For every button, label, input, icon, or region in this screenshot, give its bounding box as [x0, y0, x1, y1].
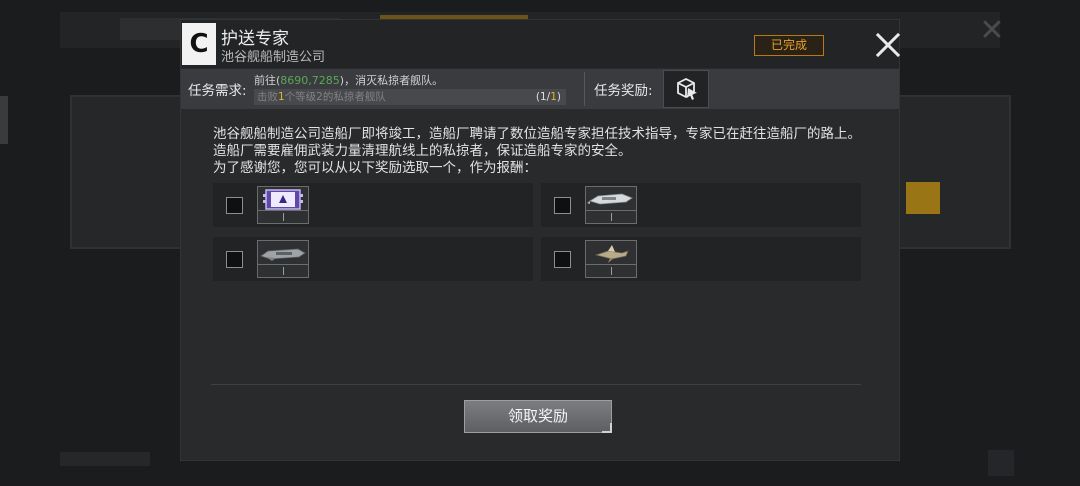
- company-logo: C: [182, 23, 216, 65]
- claim-reward-button[interactable]: 领取奖励: [464, 400, 612, 433]
- status-badge: 已完成: [754, 35, 824, 56]
- divider: [211, 384, 861, 385]
- progress-close: ): [556, 91, 561, 103]
- background-footer-icon: [988, 450, 1014, 476]
- white-frigate-icon: [585, 186, 637, 224]
- background-edge-tab: [0, 96, 8, 144]
- thumb-caption: [258, 264, 308, 277]
- background-footer-text: [60, 452, 150, 466]
- thumb-caption: [258, 210, 308, 223]
- objective-row: 击败1个等级2的私掠者舰队 (1/1): [254, 89, 566, 105]
- progress-open: (1/: [535, 91, 551, 103]
- mission-dialog: C 护送专家 池谷舰船制造公司 已完成 任务需求: 前往(8690,7285)，…: [181, 20, 901, 460]
- tan-fighter-icon: [585, 240, 637, 278]
- reward-box-cursor-icon[interactable]: [663, 70, 709, 108]
- reward-option-4[interactable]: [541, 237, 861, 281]
- requirement-bar: 任务需求: 前往(8690,7285)，消灭私掠者舰队。 击败1个等级2的私掠者…: [181, 69, 899, 109]
- objective-prefix: 击败: [257, 91, 278, 103]
- thumb-caption: [586, 264, 636, 277]
- reward-checkbox[interactable]: [554, 251, 571, 268]
- reward-option-1[interactable]: [213, 183, 533, 227]
- blueprint-chip-icon: [257, 186, 309, 224]
- background-panel-right: [895, 95, 1011, 249]
- reward-option-2[interactable]: [541, 183, 861, 227]
- dialog-header: C 护送专家 池谷舰船制造公司 已完成: [181, 20, 901, 68]
- company-name: 池谷舰船制造公司: [221, 50, 326, 65]
- requirement-label: 任务需求:: [188, 83, 247, 99]
- thumb-caption: [586, 210, 636, 223]
- progress-done: 1: [550, 91, 557, 103]
- objective-text: 个等级2的私掠者舰队: [284, 91, 386, 103]
- reward-option-3[interactable]: [213, 237, 533, 281]
- requirement-suffix: )，消灭私掠者舰队。: [339, 74, 444, 87]
- mission-description: 池谷舰船制造公司造船厂即将竣工，造船厂聘请了数位造船专家担任技术指导，专家已在赶…: [213, 126, 873, 177]
- divider: [584, 72, 585, 106]
- close-icon[interactable]: [871, 28, 905, 62]
- reward-checkbox[interactable]: [554, 197, 571, 214]
- reward-checkbox[interactable]: [226, 251, 243, 268]
- target-coordinates[interactable]: 8690,7285: [280, 74, 340, 87]
- background-gold-button: [906, 182, 940, 214]
- requirement-text: 前往(8690,7285)，消灭私掠者舰队。: [254, 72, 443, 88]
- objective-progress: (1/1): [536, 89, 561, 105]
- reward-checkbox[interactable]: [226, 197, 243, 214]
- background-panel-left: [70, 95, 194, 249]
- background-close-icon: ✕: [979, 13, 1005, 48]
- requirement-prefix: 前往(: [254, 74, 281, 87]
- grey-cruiser-icon: [257, 240, 309, 278]
- objective-count: 1: [278, 91, 285, 103]
- reward-instruction: 为了感谢您，您可以从以下奖励选取一个，作为报酬：: [213, 160, 537, 176]
- reward-label: 任务奖励:: [594, 83, 653, 99]
- description-paragraph: 池谷舰船制造公司造船厂即将竣工，造船厂聘请了数位造船专家担任技术指导，专家已在赶…: [213, 126, 861, 159]
